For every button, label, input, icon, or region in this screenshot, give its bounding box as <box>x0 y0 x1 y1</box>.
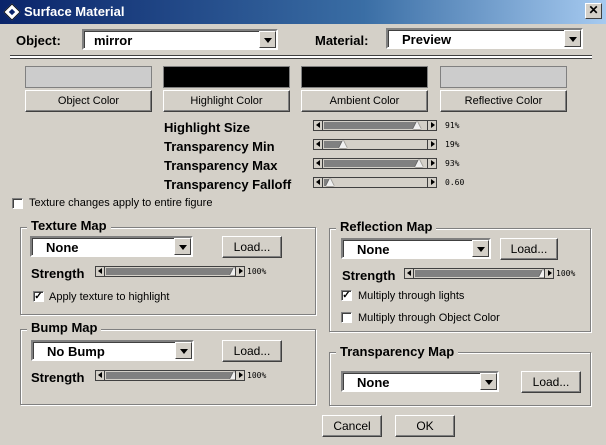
object-value: mirror <box>94 33 133 48</box>
apply-highlight-label: Apply texture to highlight <box>49 291 170 303</box>
transparency-falloff-slider[interactable] <box>313 177 437 188</box>
ambient-color-swatch <box>301 66 428 88</box>
reflective-color-swatch <box>440 66 567 88</box>
transparency-min-value: 19% <box>445 140 460 149</box>
transparency-max-slider[interactable] <box>313 158 437 169</box>
slider-left-arrow-icon[interactable] <box>96 267 105 276</box>
slider-right-arrow-icon[interactable] <box>235 267 244 276</box>
texture-map-dropdown[interactable]: None <box>30 236 193 257</box>
material-dropdown[interactable]: Preview <box>386 28 583 49</box>
object-color-button[interactable]: Object Color <box>25 90 152 112</box>
slider-right-arrow-icon[interactable] <box>427 159 436 168</box>
slider-right-arrow-icon[interactable] <box>427 121 436 130</box>
reflection-map-value: None <box>357 242 390 257</box>
transparency-max-value: 93% <box>445 159 460 168</box>
material-value: Preview <box>402 32 452 47</box>
chevron-down-icon[interactable] <box>472 240 489 257</box>
slider-thumb[interactable] <box>415 157 423 169</box>
reflection-strength-value: 100% <box>556 269 576 278</box>
slider-left-arrow-icon[interactable] <box>314 178 323 187</box>
bump-map-value: No Bump <box>47 344 105 359</box>
chevron-down-icon[interactable] <box>175 342 192 359</box>
highlight-size-value: 91% <box>445 121 460 130</box>
transparency-map-value: None <box>357 375 390 390</box>
multiply-lights-label: Multiply through lights <box>358 290 465 302</box>
object-dropdown[interactable]: mirror <box>82 29 278 50</box>
slider-left-arrow-icon[interactable] <box>314 159 323 168</box>
slider-left-arrow-icon[interactable] <box>96 371 105 380</box>
object-label: Object: <box>16 33 61 48</box>
separator <box>10 55 592 59</box>
multiply-lights-checkbox[interactable]: ✓ <box>341 290 352 301</box>
reflection-map-title: Reflection Map <box>336 219 437 234</box>
slider-thumb[interactable] <box>339 138 347 150</box>
slider-right-arrow-icon[interactable] <box>235 371 244 380</box>
texture-strength-value: 100% <box>247 267 267 276</box>
bump-strength-slider[interactable] <box>95 370 245 381</box>
chevron-down-icon[interactable] <box>259 31 276 48</box>
transparency-load-button[interactable]: Load... <box>521 371 581 393</box>
texture-all-checkbox[interactable] <box>12 198 23 209</box>
transparency-max-label: Transparency Max <box>164 158 278 173</box>
chevron-down-icon[interactable] <box>174 238 191 255</box>
cancel-button[interactable]: Cancel <box>322 415 382 437</box>
texture-map-value: None <box>46 240 79 255</box>
chevron-down-icon[interactable] <box>480 373 497 390</box>
close-icon: ✕ <box>588 3 599 17</box>
highlight-size-label: Highlight Size <box>164 120 250 135</box>
reflection-strength-label: Strength <box>342 268 396 283</box>
texture-load-button[interactable]: Load... <box>222 236 282 258</box>
transparency-map-dropdown[interactable]: None <box>341 371 499 392</box>
slider-thumb[interactable] <box>326 176 334 188</box>
slider-thumb[interactable] <box>413 119 421 131</box>
reflection-map-dropdown[interactable]: None <box>341 238 491 259</box>
slider-left-arrow-icon[interactable] <box>314 121 323 130</box>
bump-strength-label: Strength <box>31 370 85 385</box>
material-label: Material: <box>315 33 369 48</box>
title-bar: Surface Material <box>0 0 606 24</box>
texture-strength-slider[interactable] <box>95 266 245 277</box>
object-color-swatch <box>25 66 152 88</box>
slider-left-arrow-icon[interactable] <box>405 269 414 278</box>
multiply-object-checkbox[interactable] <box>341 312 352 323</box>
reflection-load-button[interactable]: Load... <box>500 238 558 260</box>
slider-right-arrow-icon[interactable] <box>544 269 553 278</box>
slider-left-arrow-icon[interactable] <box>314 140 323 149</box>
reflective-color-button[interactable]: Reflective Color <box>440 90 567 112</box>
transparency-falloff-value: 0.60 <box>445 178 465 187</box>
apply-highlight-checkbox[interactable]: ✓ <box>33 291 44 302</box>
chevron-down-icon[interactable] <box>564 30 581 47</box>
reflection-strength-slider[interactable] <box>404 268 554 279</box>
ambient-color-button[interactable]: Ambient Color <box>301 90 428 112</box>
bump-load-button[interactable]: Load... <box>222 340 282 362</box>
texture-strength-label: Strength <box>31 266 85 281</box>
texture-map-title: Texture Map <box>27 218 111 233</box>
highlight-size-slider[interactable] <box>313 120 437 131</box>
texture-all-label: Texture changes apply to entire figure <box>29 197 213 209</box>
highlight-color-button[interactable]: Highlight Color <box>163 90 290 112</box>
transparency-map-title: Transparency Map <box>336 344 459 359</box>
bump-map-title: Bump Map <box>27 320 102 335</box>
app-icon <box>3 3 21 21</box>
bump-map-dropdown[interactable]: No Bump <box>31 340 194 361</box>
highlight-color-swatch <box>163 66 290 88</box>
slider-right-arrow-icon[interactable] <box>427 140 436 149</box>
multiply-object-label: Multiply through Object Color <box>358 312 500 324</box>
window-title: Surface Material <box>24 4 125 19</box>
ok-button[interactable]: OK <box>395 415 455 437</box>
bump-strength-value: 100% <box>247 371 267 380</box>
transparency-min-label: Transparency Min <box>164 139 275 154</box>
slider-right-arrow-icon[interactable] <box>427 178 436 187</box>
transparency-falloff-label: Transparency Falloff <box>164 177 292 192</box>
transparency-min-slider[interactable] <box>313 139 437 150</box>
close-button[interactable]: ✕ <box>585 3 602 19</box>
